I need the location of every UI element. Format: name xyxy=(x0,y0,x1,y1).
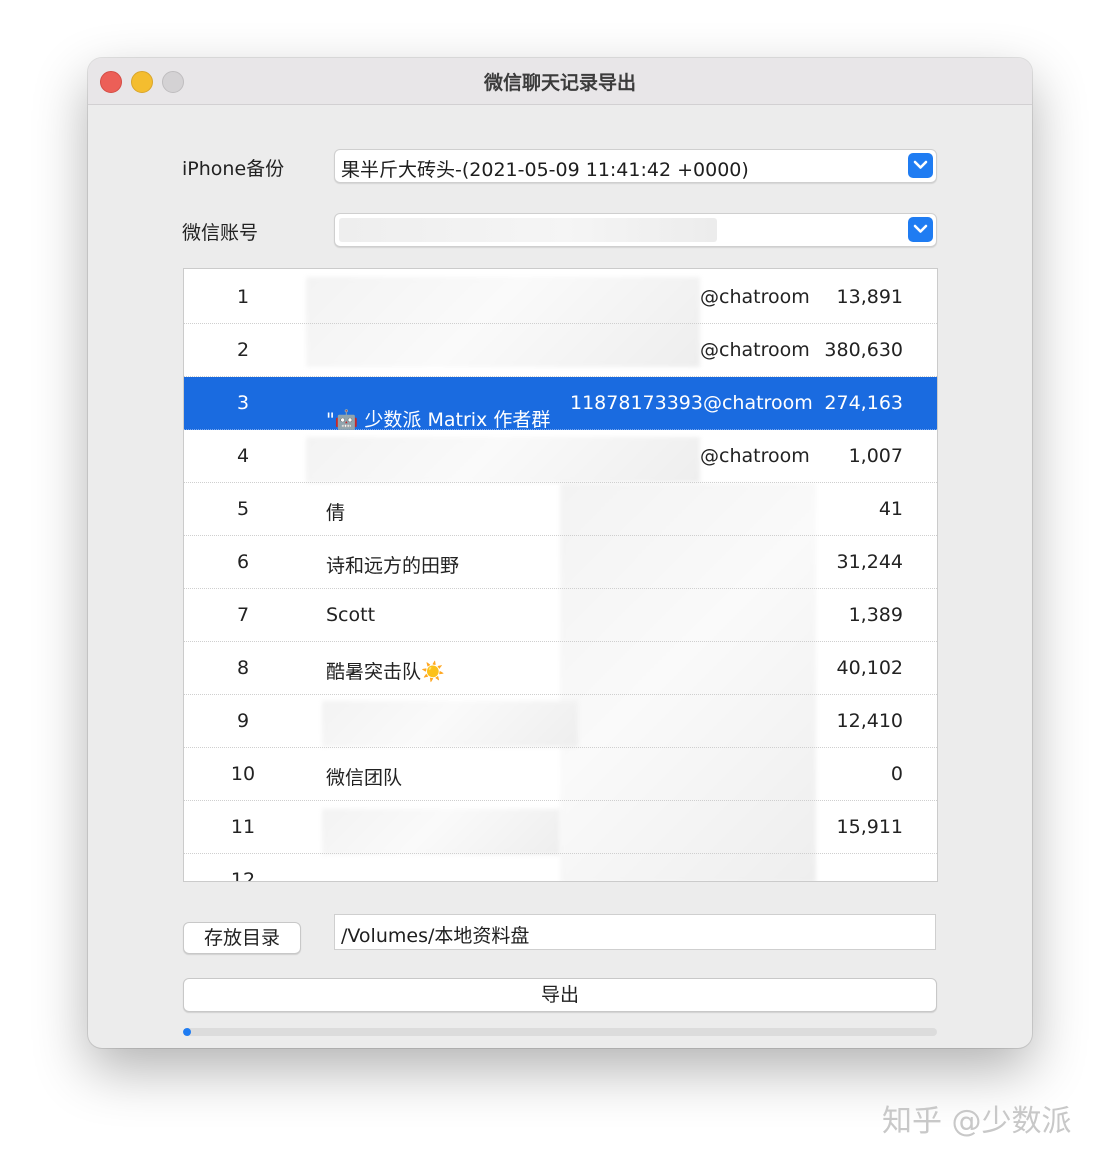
row-message-count: 15,911 xyxy=(836,816,903,838)
watermark: 知乎 @少数派 xyxy=(882,1104,1072,1139)
table-row-selected[interactable]: 3 "🤖 少数派 Matrix 作者群 11878173393@chatroom… xyxy=(184,377,937,431)
row-message-count: 1,389 xyxy=(848,604,903,626)
backup-select[interactable]: 果半斤大砖头-(2021-05-09 11:41:42 +0000) xyxy=(334,149,937,183)
account-select[interactable] xyxy=(334,213,937,247)
directory-path-value: /Volumes/本地资料盘 xyxy=(341,925,530,947)
row-index: 9 xyxy=(236,710,250,732)
row-chat-id: @chatroom xyxy=(700,339,810,361)
chevron-down-icon[interactable] xyxy=(908,217,933,242)
row-message-count: 12,410 xyxy=(836,710,903,732)
table-row[interactable]: 2 @chatroom 380,630 xyxy=(184,324,937,377)
chat-list-table[interactable]: 1 @chatroom 13,891 2 @chatroom 380,630 3… xyxy=(183,268,938,882)
row-chat-id: 11878173393@chatroom xyxy=(570,392,813,414)
row-message-count: 0 xyxy=(890,763,903,785)
table-row[interactable]: 1 @chatroom 13,891 xyxy=(184,271,937,324)
table-row[interactable]: 11 15,911 xyxy=(184,801,937,854)
backup-select-value: 果半斤大砖头-(2021-05-09 11:41:42 +0000) xyxy=(341,159,749,181)
export-progress-bar xyxy=(183,1028,937,1036)
row-name: 酷暑突击队☀️ xyxy=(326,661,445,683)
row-message-count: 274,163 xyxy=(824,392,903,414)
directory-path-field[interactable]: /Volumes/本地资料盘 xyxy=(334,914,936,950)
table-row[interactable]: 7 Scott 1,389 xyxy=(184,589,937,642)
table-row[interactable]: 9 12,410 xyxy=(184,695,937,748)
table-row[interactable]: 4 @chatroom 1,007 xyxy=(184,430,937,483)
row-index: 12 xyxy=(230,869,256,882)
backup-label: iPhone备份 xyxy=(182,158,285,180)
redacted-account-value xyxy=(339,218,717,242)
row-index: 7 xyxy=(236,604,250,626)
progress-fill xyxy=(183,1028,191,1036)
row-name: 诗和远方的田野 xyxy=(326,555,460,577)
table-row[interactable]: 8 酷暑突击队☀️ 40,102 xyxy=(184,642,937,695)
row-index: 6 xyxy=(236,551,250,573)
export-button[interactable]: 导出 xyxy=(183,978,937,1012)
row-message-count: 40,102 xyxy=(836,657,903,679)
row-message-count: 1,007 xyxy=(848,445,903,467)
row-name: "🤖 少数派 Matrix 作者群 xyxy=(326,409,551,431)
row-message-count: 13,891 xyxy=(836,286,903,308)
table-row[interactable]: 10 微信团队 0 xyxy=(184,748,937,801)
choose-directory-button[interactable]: 存放目录 xyxy=(183,922,301,954)
row-message-count: 380,630 xyxy=(824,339,903,361)
row-index: 10 xyxy=(230,763,256,785)
row-index: 2 xyxy=(236,339,250,361)
window-title: 微信聊天记录导出 xyxy=(483,72,636,94)
chevron-down-icon[interactable] xyxy=(908,153,933,178)
row-index: 8 xyxy=(236,657,250,679)
table-row[interactable]: 6 诗和远方的田野 31,244 xyxy=(184,536,937,589)
table-row[interactable]: 5 倩 41 xyxy=(184,483,937,536)
row-index: 1 xyxy=(236,286,250,308)
row-message-count: 41 xyxy=(878,498,903,520)
row-index: 4 xyxy=(236,445,250,467)
row-index: 11 xyxy=(230,816,256,838)
row-chat-id: @chatroom xyxy=(700,286,810,308)
row-name: 倩 xyxy=(326,502,346,524)
row-message-count: 31,244 xyxy=(836,551,903,573)
row-index: 3 xyxy=(236,392,250,414)
row-chat-id: @chatroom xyxy=(700,445,810,467)
title-bar: 微信聊天记录导出 xyxy=(88,58,1032,105)
row-index: 5 xyxy=(236,498,250,520)
row-name: Scott xyxy=(326,604,376,626)
table-row[interactable]: 12 xyxy=(184,854,937,882)
account-label: 微信账号 xyxy=(182,222,259,244)
app-window: 微信聊天记录导出 iPhone备份 果半斤大砖头-(2021-05-09 11:… xyxy=(88,58,1032,1048)
row-name: 微信团队 xyxy=(326,767,403,789)
